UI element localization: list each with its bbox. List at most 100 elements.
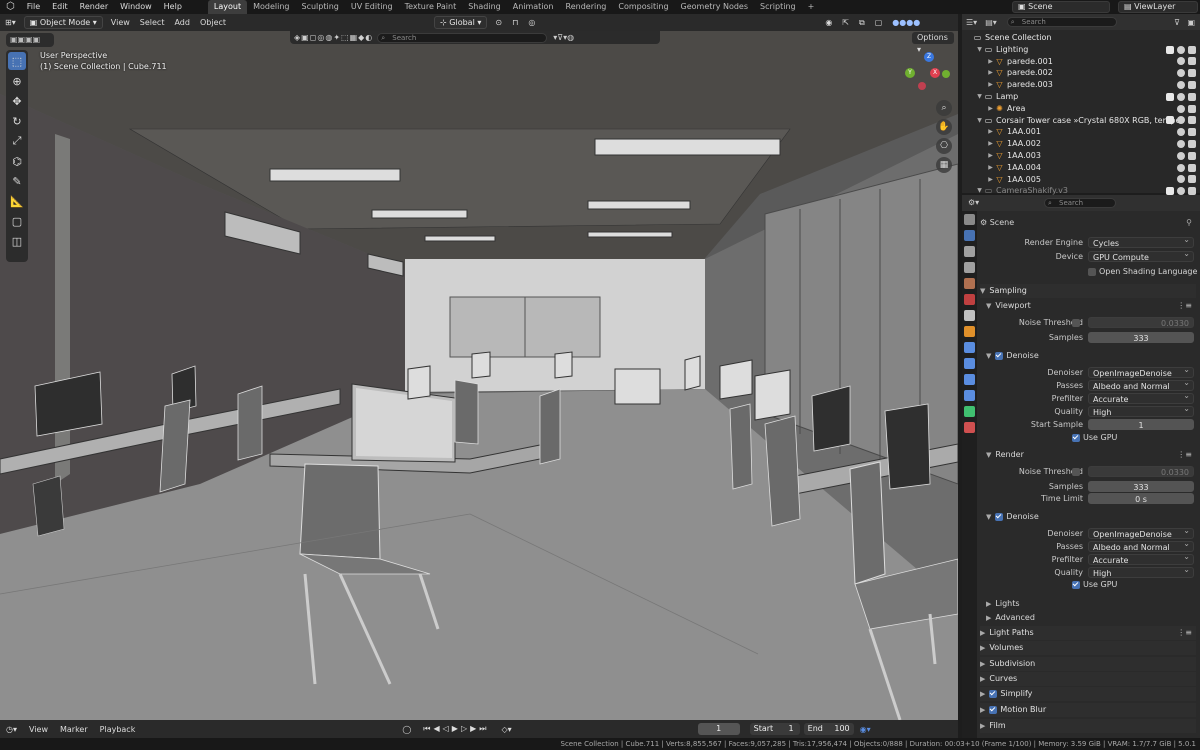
vp-passes-dropdown[interactable]: Albedo and Normal [1088,377,1194,391]
menu-add[interactable]: Add [169,14,195,31]
orientation-dropdown[interactable]: ⊹ Global ▾ [434,16,488,29]
physics-tab-icon[interactable] [964,374,975,385]
tab-layout[interactable]: Layout [207,0,248,14]
visibility-toggles[interactable] [1166,45,1196,54]
eye-icon[interactable] [1177,45,1185,54]
light-paths-presets-icon[interactable]: ⋮≡ [1177,626,1192,640]
expand-chevron-icon[interactable]: ▼ [975,115,984,127]
outliner-row[interactable]: ▭ Scene Collection [962,32,1200,44]
camera-icon[interactable] [1188,45,1196,54]
expand-chevron-icon[interactable]: ▶ [986,174,995,186]
end-frame-field[interactable]: End 100 [803,723,854,735]
timeline-menu-marker[interactable]: Marker [54,725,94,734]
outliner-row[interactable]: ▶ ▽ 1AA.005 [962,174,1200,186]
outliner-search-input[interactable]: ⌕ Search [1006,17,1117,27]
overlay-toggle-icon[interactable]: ⧉ [854,14,870,31]
transform-tool-icon[interactable]: ⌬ [8,152,26,170]
data-tab-icon[interactable] [964,406,975,417]
outliner-row[interactable]: ▶ ▽ 1AA.002 [962,138,1200,150]
expand-chevron-icon[interactable]: ▶ [986,138,995,150]
expand-chevron-icon[interactable]: ▼ [975,44,984,56]
timeline-editor-icon[interactable]: ◷▾ [0,725,23,734]
eye-icon[interactable] [1177,140,1185,149]
r-denoise-checkbox[interactable] [995,512,1004,521]
outliner-filter-icon[interactable]: ⊽ [1174,18,1180,27]
vp-denoise-subsection[interactable]: ▼ Denoise [986,349,1196,362]
sampling-section[interactable]: ▼ Sampling [980,284,1196,298]
options-button[interactable]: Options ▾ [912,32,954,54]
visibility-toggles[interactable] [1166,175,1196,184]
vp-use-gpu-checkbox[interactable]: Use GPU [1072,432,1200,444]
tab-compositing[interactable]: Compositing [612,0,674,14]
r-denoise-subsection[interactable]: ▼ Denoise [986,510,1196,523]
eye-icon[interactable] [1177,92,1185,101]
vp-prefilter-dropdown[interactable]: Accurate [1088,390,1194,404]
vp-use-gpu-box[interactable] [1072,433,1080,442]
render-engine-dropdown[interactable]: Cycles [1088,234,1194,248]
r-samples-field[interactable]: 333 [1088,481,1194,492]
menu-view[interactable]: View [106,14,135,31]
tab-modeling[interactable]: Modeling [247,0,295,14]
r-passes-dropdown[interactable]: Albedo and Normal [1088,538,1194,552]
vp-noise-field[interactable]: 0.0330 [1088,317,1194,328]
collection-tab-icon[interactable] [964,310,975,321]
outliner-row[interactable]: ▼ ▭ Corsair Tower case »Crystal 680X RGB, … [962,115,1200,127]
volumes-section[interactable]: ▶ Volumes [980,641,1196,655]
particles-tab-icon[interactable] [964,358,975,369]
lights-subsection[interactable]: ▶ Lights [986,597,1196,610]
scene-selector[interactable]: ▣ Scene [1012,1,1110,13]
eye-icon[interactable] [1177,69,1185,78]
camera-icon[interactable] [1188,175,1196,184]
outliner-row[interactable]: ▶ ▽ parede.001 [962,56,1200,68]
r-quality-dropdown[interactable]: High [1088,564,1194,578]
exclude-checkbox-icon[interactable] [1166,116,1174,125]
visibility-toggles[interactable] [1166,81,1196,90]
playback-controls[interactable]: ⏮◀◁▶▷▶⏭ [417,724,495,734]
scene-tab-icon[interactable] [964,278,975,289]
snap-icon[interactable]: ⊓ [507,14,523,31]
viewport-search-input[interactable]: ⌕ Search [377,32,548,43]
r-prefilter-dropdown[interactable]: Accurate [1088,551,1194,565]
tab-sculpting[interactable]: Sculpting [296,0,345,14]
constraints-tab-icon[interactable] [964,390,975,401]
eye-icon[interactable] [1177,151,1185,160]
outliner-row[interactable]: ▼ ▭ Lamp [962,91,1200,103]
gizmo-y-axis[interactable]: Y [905,68,915,78]
select-mode-icons[interactable]: ▣▣▣▣ [6,33,40,47]
render-tab-icon[interactable] [964,230,975,241]
tab-shading[interactable]: Shading [462,0,507,14]
camera-icon[interactable] [1188,92,1196,101]
motion-blur-section[interactable]: ▶ Motion Blur [980,703,1196,717]
simplify-checkbox[interactable] [989,689,998,698]
gizmo-x-axis[interactable]: X [930,68,940,78]
tab-animation[interactable]: Animation [507,0,560,14]
r-time-field[interactable]: 0 s [1088,493,1194,504]
menu-window[interactable]: Window [114,0,158,14]
output-tab-icon[interactable] [964,246,975,257]
tab-geometry-nodes[interactable]: Geometry Nodes [675,0,754,14]
pivot-icon[interactable]: ⊙ [490,14,507,31]
tab-scripting[interactable]: Scripting [754,0,802,14]
visibility-toggles[interactable] [1166,57,1196,66]
expand-chevron-icon[interactable]: ▶ [986,79,995,91]
gizmo-z-axis[interactable]: Z [924,52,934,62]
osl-checkbox[interactable]: Open Shading Language [1088,266,1200,278]
vp-denoiser-dropdown[interactable]: OpenImageDenoise [1088,364,1194,378]
material-tab-icon[interactable] [964,422,975,433]
render-presets-icon[interactable]: ⋮≡ [1177,448,1192,461]
render-subsection[interactable]: ▼ Render ⋮≡ [986,448,1196,461]
object-tab-icon[interactable] [964,326,975,337]
tool-tab-icon[interactable] [964,214,975,225]
outliner-row[interactable]: ▶ ✺ Area [962,103,1200,115]
visibility-toggles[interactable] [1166,163,1196,172]
viewport-subsection[interactable]: ▼ Viewport ⋮≡ [986,299,1196,312]
move-tool-icon[interactable]: ✥ [8,92,26,110]
camera-icon[interactable] [1188,151,1196,160]
viewport-presets-icon[interactable]: ⋮≡ [1177,299,1192,312]
proportional-edit-icon[interactable]: ◎ [523,14,540,31]
visibility-icon[interactable]: ◉ [820,14,837,31]
camera-icon[interactable] [1188,140,1196,149]
light-paths-section[interactable]: ▶ Light Paths ⋮≡ [980,626,1196,640]
menu-object[interactable]: Object [195,14,231,31]
blender-logo-icon[interactable]: ⬡ [0,0,21,14]
